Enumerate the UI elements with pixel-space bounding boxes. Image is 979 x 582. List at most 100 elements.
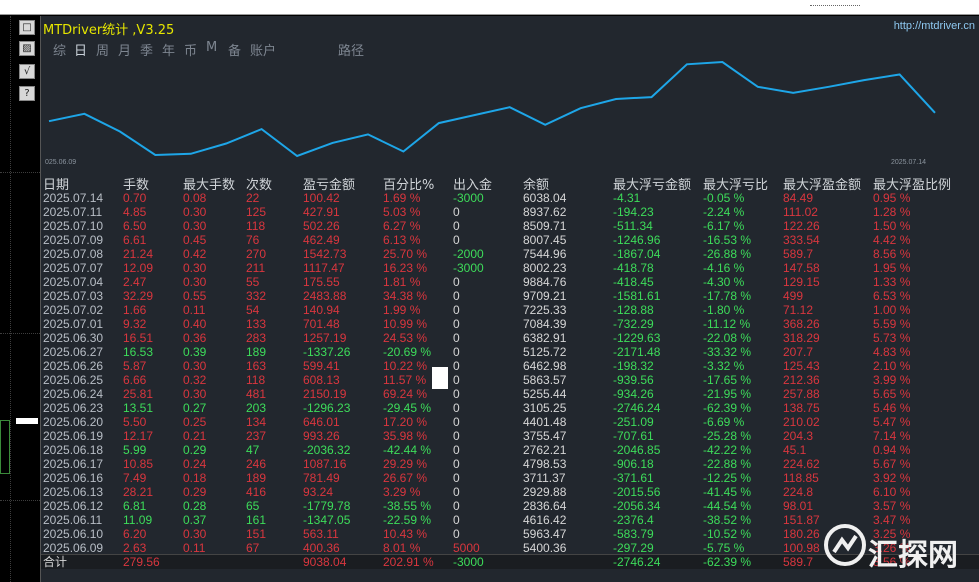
- tab-day[interactable]: 日: [74, 40, 87, 59]
- cell-max-float-loss-ratio: -11.12 %: [703, 317, 751, 331]
- table-row[interactable]: 2025.06.25 6.66 0.32 118 608.13 11.57 % 0 5863.…: [41, 373, 979, 387]
- table-row[interactable]: 2025.07.02 1.66 0.11 54 140.94 1.99 % 0 7225.33…: [41, 303, 979, 317]
- cell-percent: 10.22 %: [383, 359, 428, 373]
- cell-lots: 4.85: [123, 205, 147, 219]
- cell-date: 2025.07.08: [43, 247, 104, 261]
- cell-max-lots: 0.28: [183, 499, 207, 513]
- cell-balance: 3755.47: [523, 429, 567, 443]
- cell-max-float-profit-ratio: 3.57 %: [873, 499, 911, 513]
- cell-count: 189: [246, 471, 267, 485]
- tab-account[interactable]: 账户: [250, 40, 276, 59]
- cell-lots: 1.66: [123, 303, 147, 317]
- table-row[interactable]: 2025.06.19 12.17 0.21 237 993.26 35.98 % 0 3755…: [41, 429, 979, 443]
- tab-currency[interactable]: 币: [184, 40, 197, 59]
- cell-max-float-loss-ratio: -25.28 %: [703, 429, 752, 443]
- grid-line: [0, 333, 40, 334]
- cell-balance: 5400.36: [523, 541, 567, 555]
- cell-date: 2025.06.09: [43, 541, 104, 555]
- cell-percent: -29.45 %: [383, 401, 432, 415]
- table-row[interactable]: 2025.07.04 2.47 0.30 55 175.55 1.81 % 0 9884.76…: [41, 275, 979, 289]
- table-row[interactable]: 2025.06.12 6.81 0.28 65 -1779.78 -38.55 % 0 283…: [41, 499, 979, 513]
- tab-notes[interactable]: 备: [228, 40, 241, 59]
- cell-max-float-profit: 318.29: [783, 331, 820, 345]
- cell-max-float-loss-ratio: -26.88 %: [703, 247, 752, 261]
- cell-deposit: 5000: [453, 541, 480, 555]
- table-row[interactable]: 2025.07.07 12.09 0.30 211 1117.47 16.23 % -300…: [41, 261, 979, 275]
- cell-balance: 7544.96: [523, 247, 567, 261]
- cell-max-lots: 0.45: [183, 233, 207, 247]
- cell-date: 2025.07.14: [43, 191, 104, 205]
- cell-max-float-profit-ratio: 5.47 %: [873, 415, 911, 429]
- tab-month[interactable]: 月: [118, 40, 131, 59]
- cell-percent: 6.27 %: [383, 219, 421, 233]
- check-button[interactable]: √: [19, 64, 35, 79]
- table-row[interactable]: 2025.07.08 21.24 0.42 270 1542.73 25.70 % -200…: [41, 247, 979, 261]
- table-row[interactable]: 2025.07.14 0.70 0.08 22 100.42 1.69 % -3000 603…: [41, 191, 979, 205]
- cell-max-lots: 0.39: [183, 345, 207, 359]
- cell-balance: 9884.76: [523, 275, 567, 289]
- cell-max-lots: 0.24: [183, 457, 207, 471]
- table-row[interactable]: 2025.06.13 28.21 0.29 416 93.24 3.29 % 0 2929.8…: [41, 485, 979, 499]
- table-row[interactable]: 2025.06.18 5.99 0.29 47 -2036.32 -42.44 % 0 276…: [41, 443, 979, 457]
- cell-max-lots: 0.42: [183, 247, 207, 261]
- cell-max-float-loss-ratio: -6.17 %: [703, 219, 745, 233]
- screenshot-button[interactable]: ▨: [19, 41, 35, 56]
- table-row[interactable]: 2025.07.11 4.85 0.30 125 427.91 5.03 % 0 8937.6…: [41, 205, 979, 219]
- table-row[interactable]: 2025.06.23 13.51 0.27 203 -1296.23 -29.45 % 0 3…: [41, 401, 979, 415]
- cell-lots: 28.21: [123, 485, 154, 499]
- help-button[interactable]: ?: [19, 86, 35, 101]
- cell-lots: 9.32: [123, 317, 147, 331]
- grid-line: [0, 500, 40, 501]
- cell-balance: 6038.04: [523, 191, 567, 205]
- cell-count: 133: [246, 317, 267, 331]
- cell-max-lots: 0.30: [183, 359, 207, 373]
- table-row[interactable]: 2025.07.10 6.50 0.30 118 502.26 6.27 % 0 8509.7…: [41, 219, 979, 233]
- cell-lots: 13.51: [123, 401, 154, 415]
- cell-max-float-profit-ratio: 1.50 %: [873, 219, 911, 233]
- cell-lots: 0.70: [123, 191, 147, 205]
- chart-start-date: 025.06.09: [45, 159, 77, 166]
- tab-quarter[interactable]: 季: [140, 40, 153, 59]
- cell-max-lots: 0.21: [183, 429, 207, 443]
- cell-max-float-loss: -707.61: [613, 429, 654, 443]
- cell-max-float-loss-ratio: -0.05 %: [703, 191, 745, 205]
- cell-profit: 599.41: [303, 359, 340, 373]
- table-row[interactable]: 2025.06.24 25.81 0.30 481 2150.19 69.24 % 0 525…: [41, 387, 979, 401]
- table-row[interactable]: 2025.07.01 9.32 0.40 133 701.48 10.99 % 0 7084.…: [41, 317, 979, 331]
- cell-balance: 5863.57: [523, 373, 567, 387]
- total-max-float-loss-ratio: -62.39 %: [703, 555, 752, 569]
- cell-max-lots: 0.36: [183, 331, 207, 345]
- table-row[interactable]: 2025.07.03 32.29 0.55 332 2483.88 34.38 % 0 970…: [41, 289, 979, 303]
- table-row[interactable]: 2025.06.16 7.49 0.18 189 781.49 26.67 % 0 3711.…: [41, 471, 979, 485]
- cell-max-float-profit-ratio: 0.95 %: [873, 191, 911, 205]
- cell-deposit: 0: [453, 317, 460, 331]
- tab-overview[interactable]: 综: [53, 40, 66, 59]
- cell-lots: 5.99: [123, 443, 147, 457]
- cell-count: 76: [246, 233, 260, 247]
- table-row[interactable]: 2025.06.20 5.50 0.25 134 646.01 17.20 % 0 4401.…: [41, 415, 979, 429]
- table-row[interactable]: 2025.06.17 10.85 0.24 246 1087.16 29.29 % 0 479…: [41, 457, 979, 471]
- cell-max-float-loss: -4.31: [613, 191, 641, 205]
- cell-balance: 5963.47: [523, 527, 567, 541]
- tab-magic[interactable]: M: [206, 40, 217, 55]
- cell-max-float-loss-ratio: -16.53 %: [703, 233, 752, 247]
- data-table: 2025.07.14 0.70 0.08 22 100.42 1.69 % -3000 603…: [41, 191, 979, 555]
- cell-max-float-loss: -2746.24: [613, 401, 661, 415]
- tab-year[interactable]: 年: [162, 40, 175, 59]
- website-link[interactable]: http://mtdriver.cn: [894, 20, 975, 32]
- cell-max-lots: 0.30: [183, 219, 207, 233]
- table-row[interactable]: 2025.06.26 5.87 0.30 163 599.41 10.22 % 0 6462.…: [41, 359, 979, 373]
- cell-max-float-loss: -128.88: [613, 303, 654, 317]
- minimize-button[interactable]: □: [19, 20, 35, 35]
- cell-max-float-profit-ratio: 1.95 %: [873, 261, 911, 275]
- table-row[interactable]: 2025.07.09 6.61 0.45 76 462.49 6.13 % 0 8007.45…: [41, 233, 979, 247]
- cell-count: 151: [246, 527, 267, 541]
- cell-balance: 3105.25: [523, 401, 567, 415]
- tab-path[interactable]: 路径: [338, 40, 364, 59]
- tab-week[interactable]: 周: [96, 40, 109, 59]
- cell-profit: -2036.32: [303, 443, 351, 457]
- cell-max-float-profit: 589.7: [783, 247, 814, 261]
- cell-count: 161: [246, 513, 267, 527]
- table-row[interactable]: 2025.06.30 16.51 0.36 283 1257.19 24.53 % 0 638…: [41, 331, 979, 345]
- table-row[interactable]: 2025.06.27 16.53 0.39 189 -1337.26 -20.69 % 0 5…: [41, 345, 979, 359]
